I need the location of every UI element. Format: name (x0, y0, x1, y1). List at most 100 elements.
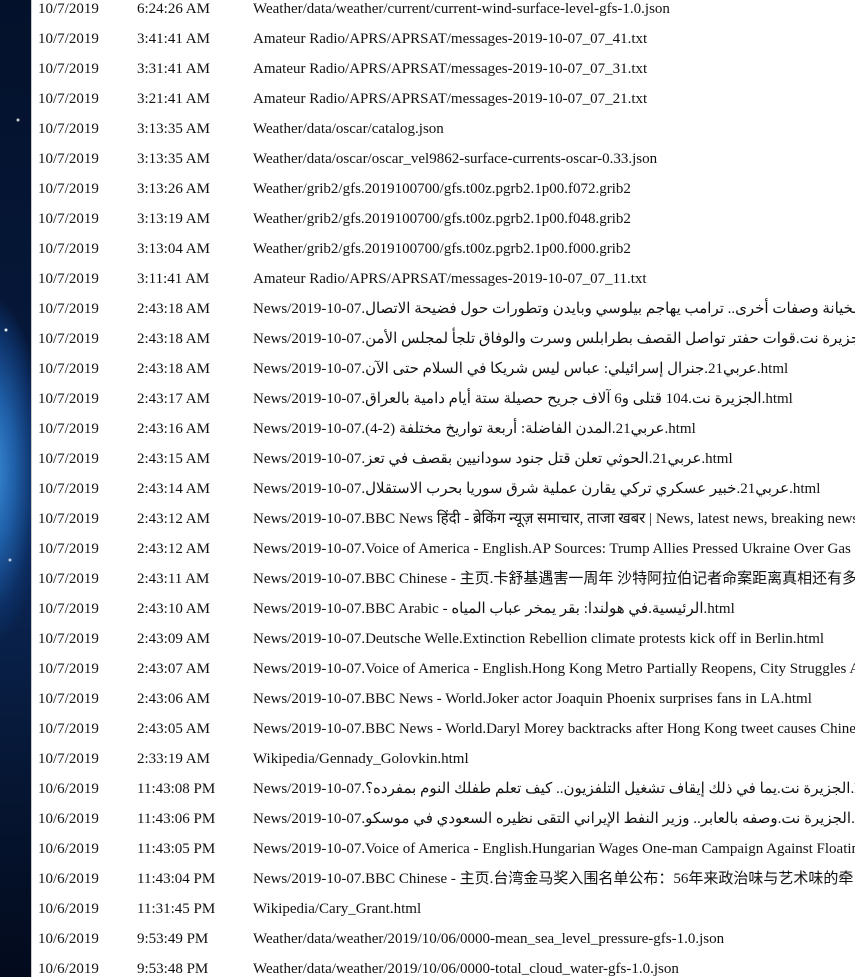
file-path: Amateur Radio/APRS/APRSAT/messages-2019-… (253, 31, 648, 47)
file-time: 9:53:48 PM (137, 961, 209, 977)
file-row[interactable]: 10/6/2019 11:43:06 PM News/2019-10-07.الجز… (32, 804, 855, 834)
file-date: 10/7/2019 (38, 391, 99, 407)
file-path: News/2019-10-07.عربي21.خبير عسكري تركي ي… (253, 481, 821, 497)
file-row[interactable]: 10/7/2019 3:31:41 AM Amateur Radio/APRS/AP… (32, 54, 855, 84)
file-path: Amateur Radio/APRS/APRSAT/messages-2019-… (253, 271, 647, 287)
file-row[interactable]: 10/7/2019 3:13:26 AM Weather/grib2/gfs.201… (32, 174, 855, 204)
file-row[interactable]: 10/7/2019 3:13:04 AM Weather/grib2/gfs.201… (32, 234, 855, 264)
file-row[interactable]: 10/7/2019 2:43:05 AM News/2019-10-07.BBC N… (32, 714, 855, 744)
file-path: Weather/data/weather/current/current-win… (253, 1, 670, 17)
file-path: News/2019-10-07.BBC Arabic - الرئيسية.في… (253, 601, 735, 617)
file-row[interactable]: 10/7/2019 2:43:09 AM News/2019-10-07.Deuts… (32, 624, 855, 654)
file-time: 2:43:09 AM (137, 631, 210, 647)
file-path: News/2019-10-07.الجزيرة نت.قوات حفتر توا… (253, 331, 855, 347)
file-date: 10/7/2019 (38, 271, 99, 287)
file-row[interactable]: 10/7/2019 2:43:16 AM News/2019-10-07.عربي2… (32, 414, 855, 444)
file-date: 10/7/2019 (38, 451, 99, 467)
file-path: News/2019-10-07.BBC Chinese - 主页.卡舒基遇害一周… (253, 571, 855, 587)
file-row[interactable]: 10/7/2019 2:43:14 AM News/2019-10-07.عربي2… (32, 474, 855, 504)
file-date: 10/6/2019 (38, 781, 99, 797)
file-path: Amateur Radio/APRS/APRSAT/messages-2019-… (253, 91, 648, 107)
file-time: 2:43:18 AM (137, 301, 210, 317)
file-time: 3:21:41 AM (137, 91, 210, 107)
file-date: 10/7/2019 (38, 211, 99, 227)
file-time: 3:41:41 AM (137, 31, 210, 47)
file-date: 10/7/2019 (38, 601, 99, 617)
file-row[interactable]: 10/7/2019 2:43:17 AM News/2019-10-07.الجزي… (32, 384, 855, 414)
file-date: 10/7/2019 (38, 361, 99, 377)
file-date: 10/7/2019 (38, 721, 99, 737)
file-path: News/2019-10-07.BBC News - World.Joker a… (253, 691, 812, 707)
file-row[interactable]: 10/7/2019 3:41:41 AM Amateur Radio/APRS/AP… (32, 24, 855, 54)
file-row[interactable]: 10/7/2019 3:11:41 AM Amateur Radio/APRS/AP… (32, 264, 855, 294)
file-path: News/2019-10-07.Deutsche Welle.Extinctio… (253, 631, 825, 647)
file-row[interactable]: 10/7/2019 3:21:41 AM Amateur Radio/APRS/AP… (32, 84, 855, 114)
file-date: 10/7/2019 (38, 511, 99, 527)
file-row[interactable]: 10/6/2019 11:43:08 PM News/2019-10-07.الجز… (32, 774, 855, 804)
file-path: News/2019-10-07.Voice of America - Engli… (253, 541, 851, 557)
file-row[interactable]: 10/7/2019 2:43:15 AM News/2019-10-07.عربي2… (32, 444, 855, 474)
file-time: 3:31:41 AM (137, 61, 210, 77)
file-time: 2:43:07 AM (137, 661, 210, 677)
file-path: Weather/data/oscar/catalog.json (253, 121, 444, 137)
file-row[interactable]: 10/7/2019 2:43:10 AM News/2019-10-07.BBC A… (32, 594, 855, 624)
file-path: Weather/data/weather/2019/10/06/0000-mea… (253, 931, 725, 947)
file-row[interactable]: 10/6/2019 11:31:45 PM Wikipedia/Cary_Grant… (32, 894, 855, 924)
file-path: News/2019-10-07.عربي21.المدن الفاضلة: أر… (253, 421, 696, 437)
file-row[interactable]: 10/7/2019 2:43:11 AM News/2019-10-07.BBC C… (32, 564, 855, 594)
file-time: 2:43:12 AM (137, 541, 210, 557)
file-date: 10/7/2019 (38, 751, 99, 767)
file-row[interactable]: 10/7/2019 6:24:26 AM Weather/data/weather/… (32, 0, 855, 24)
file-row[interactable]: 10/7/2019 3:13:35 AM Weather/data/oscar/ca… (32, 114, 855, 144)
file-time: 11:43:04 PM (137, 871, 216, 887)
file-list-panel: 10/7/2019 6:24:26 AM Weather/data/weather/… (31, 0, 855, 977)
file-time: 2:43:12 AM (137, 511, 210, 527)
file-time: 11:43:06 PM (137, 811, 216, 827)
file-row[interactable]: 10/7/2019 2:43:18 AM News/2019-10-07.الجزي… (32, 294, 855, 324)
file-row[interactable]: 10/6/2019 9:53:49 PM Weather/data/weather/… (32, 924, 855, 954)
file-date: 10/6/2019 (38, 841, 99, 857)
desktop-background (0, 0, 31, 977)
file-time: 2:43:14 AM (137, 481, 210, 497)
file-date: 10/7/2019 (38, 691, 99, 707)
file-time: 11:31:45 PM (137, 901, 216, 917)
file-path: News/2019-10-07.BBC News हिंदी - ब्रेकिं… (253, 511, 855, 527)
file-date: 10/7/2019 (38, 331, 99, 347)
file-time: 3:13:04 AM (137, 241, 210, 257)
file-time: 3:13:26 AM (137, 181, 210, 197)
file-row[interactable]: 10/7/2019 3:13:35 AM Weather/data/oscar/os… (32, 144, 855, 174)
file-path: Wikipedia/Cary_Grant.html (253, 901, 422, 917)
file-path: Amateur Radio/APRS/APRSAT/messages-2019-… (253, 61, 648, 77)
file-date: 10/6/2019 (38, 811, 99, 827)
file-row[interactable]: 10/7/2019 2:43:06 AM News/2019-10-07.BBC N… (32, 684, 855, 714)
file-path: Weather/grib2/gfs.2019100700/gfs.t00z.pg… (253, 211, 631, 227)
file-date: 10/6/2019 (38, 961, 99, 977)
file-row[interactable]: 10/7/2019 2:33:19 AM Wikipedia/Gennady_Gol… (32, 744, 855, 774)
file-row[interactable]: 10/7/2019 2:43:12 AM News/2019-10-07.BBC N… (32, 504, 855, 534)
file-time: 2:43:06 AM (137, 691, 210, 707)
file-date: 10/7/2019 (38, 421, 99, 437)
file-time: 2:43:17 AM (137, 391, 210, 407)
file-date: 10/6/2019 (38, 931, 99, 947)
file-date: 10/7/2019 (38, 31, 99, 47)
file-date: 10/7/2019 (38, 121, 99, 137)
file-row[interactable]: 10/6/2019 11:43:04 PM News/2019-10-07.BBC … (32, 864, 855, 894)
file-date: 10/6/2019 (38, 901, 99, 917)
file-row[interactable]: 10/6/2019 9:53:48 PM Weather/data/weather/… (32, 954, 855, 977)
file-row[interactable]: 10/7/2019 3:13:19 AM Weather/grib2/gfs.201… (32, 204, 855, 234)
file-path: Weather/grib2/gfs.2019100700/gfs.t00z.pg… (253, 241, 631, 257)
file-date: 10/7/2019 (38, 631, 99, 647)
file-row[interactable]: 10/7/2019 2:43:18 AM News/2019-10-07.عربي2… (32, 354, 855, 384)
file-row[interactable]: 10/7/2019 2:43:12 AM News/2019-10-07.Voice… (32, 534, 855, 564)
file-row[interactable]: 10/6/2019 11:43:05 PM News/2019-10-07.Voic… (32, 834, 855, 864)
file-time: 2:43:18 AM (137, 361, 210, 377)
file-time: 2:43:11 AM (137, 571, 210, 587)
file-path: News/2019-10-07.BBC News - World.Daryl M… (253, 721, 855, 737)
file-row[interactable]: 10/7/2019 2:43:18 AM News/2019-10-07.الجزي… (32, 324, 855, 354)
file-date: 10/7/2019 (38, 91, 99, 107)
file-path: News/2019-10-07.الجزيرة نت.يما في ذلك إي… (253, 781, 855, 797)
file-path: Wikipedia/Gennady_Golovkin.html (253, 751, 469, 767)
file-time: 9:53:49 PM (137, 931, 209, 947)
file-path: News/2019-10-07.الجزيرة نت.104 قتلى و6 آ… (253, 391, 793, 407)
file-row[interactable]: 10/7/2019 2:43:07 AM News/2019-10-07.Voice… (32, 654, 855, 684)
